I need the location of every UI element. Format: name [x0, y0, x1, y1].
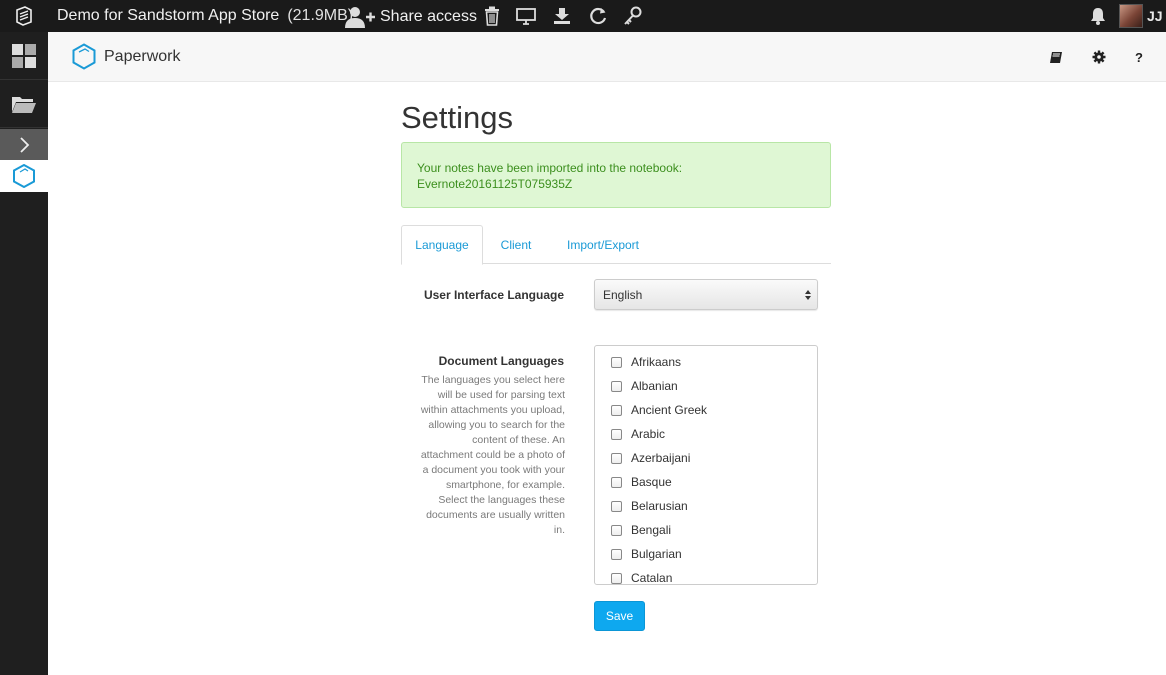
download-icon[interactable] [552, 6, 572, 26]
grain-title[interactable]: Demo for Sandstorm App Store (21.9MB) [57, 7, 353, 25]
folder-icon[interactable] [0, 80, 48, 128]
tab-import-export[interactable]: Import/Export [557, 225, 649, 264]
checkbox[interactable] [611, 500, 622, 512]
help-line: attachment could be a photo of [420, 449, 565, 461]
document-languages-label: Document Languages [438, 354, 564, 368]
brand[interactable]: Paperwork [72, 43, 180, 70]
sandstorm-logo-icon[interactable] [0, 0, 48, 32]
language-option[interactable]: Bengali [611, 522, 671, 538]
checkbox[interactable] [611, 380, 622, 392]
paperwork-logo-icon [72, 43, 96, 70]
tab-language[interactable]: Language [401, 225, 483, 265]
checkbox[interactable] [611, 476, 622, 488]
trash-icon[interactable] [482, 6, 502, 26]
help-line: smartphone, for example. [445, 479, 565, 491]
language-option[interactable]: Basque [611, 474, 672, 490]
bell-icon[interactable] [1088, 6, 1108, 26]
language-option-label: Afrikaans [631, 355, 682, 369]
help-line: in. [553, 524, 565, 536]
language-option[interactable]: Azerbaijani [611, 450, 690, 466]
page-title: Settings [401, 100, 514, 135]
language-option[interactable]: Afrikaans [611, 354, 681, 370]
help-line: content of these. An [472, 434, 565, 446]
checkbox[interactable] [611, 452, 622, 464]
gear-icon[interactable] [1090, 48, 1108, 66]
checkbox[interactable] [611, 356, 622, 368]
help-line: Select the languages these [438, 494, 565, 506]
person-plus-icon [345, 7, 375, 28]
tab-client[interactable]: Client [490, 225, 542, 264]
ui-language-select[interactable]: English [594, 279, 818, 310]
key-icon[interactable] [623, 6, 643, 26]
paperwork-cube-icon[interactable] [0, 160, 48, 192]
language-option[interactable]: Arabic [611, 426, 665, 442]
share-access-button[interactable]: Share access [344, 6, 477, 28]
language-option-label: Bengali [631, 523, 672, 537]
refresh-icon[interactable] [588, 6, 608, 26]
language-option[interactable]: Ancient Greek [611, 402, 707, 418]
language-option[interactable]: Catalan [611, 570, 673, 585]
monitor-icon[interactable] [516, 6, 536, 26]
language-option[interactable]: Bulgarian [611, 546, 682, 562]
language-option-label: Catalan [631, 571, 673, 585]
user-initials[interactable]: JJ [1147, 8, 1163, 24]
book-icon[interactable] [1047, 48, 1065, 66]
checkbox[interactable] [611, 548, 622, 560]
language-option-label: Belarusian [631, 499, 688, 513]
sandstorm-sidebar [0, 32, 48, 675]
apps-grid-icon[interactable] [0, 32, 48, 80]
chevron-right-icon[interactable] [0, 129, 48, 160]
language-option[interactable]: Albanian [611, 378, 678, 394]
help-line: The languages you select here [421, 374, 565, 386]
checkbox[interactable] [611, 404, 622, 416]
share-access-label: Share access [380, 8, 477, 25]
checkbox[interactable] [611, 524, 622, 536]
checkbox[interactable] [611, 428, 622, 440]
help-line: will be used for parsing text [437, 389, 565, 401]
help-line: a document you took with your [422, 464, 565, 476]
document-languages-list[interactable]: Afrikaans Albanian Ancient Greek Arabic … [594, 345, 818, 585]
grain-title-text: Demo for Sandstorm App Store [57, 7, 280, 24]
alert-message: Your notes have been imported into the n… [417, 161, 683, 175]
settings-tabs: Language Client Import/Export [401, 225, 831, 265]
brand-name: Paperwork [104, 47, 181, 65]
language-option-label: Basque [631, 475, 672, 489]
ui-language-value: English [603, 288, 643, 302]
language-option-label: Bulgarian [631, 547, 682, 561]
language-option-label: Arabic [631, 427, 666, 441]
help-line: documents are usually written [426, 509, 565, 521]
import-success-alert: Your notes have been imported into the n… [401, 142, 831, 208]
help-line: within attachments you upload, [420, 404, 565, 416]
document-languages-help: The languages you select here will be us… [403, 373, 565, 538]
language-option-label: Azerbaijani [631, 451, 691, 465]
ui-language-label: User Interface Language [423, 288, 564, 302]
sandstorm-topbar: Demo for Sandstorm App Store (21.9MB) Sha… [0, 0, 1166, 32]
alert-notebook-name: Evernote20161125T075935Z [417, 177, 573, 191]
select-caret-icon [805, 290, 811, 300]
avatar[interactable] [1119, 4, 1143, 28]
save-button[interactable]: Save [594, 601, 645, 631]
checkbox[interactable] [611, 572, 622, 584]
app-header: Paperwork ? [48, 32, 1166, 82]
help-line: allowing you to search for the [428, 419, 565, 431]
help-icon[interactable]: ? [1130, 48, 1148, 66]
language-option-label: Albanian [631, 379, 678, 393]
language-option[interactable]: Belarusian [611, 498, 688, 514]
language-option-label: Ancient Greek [631, 403, 708, 417]
